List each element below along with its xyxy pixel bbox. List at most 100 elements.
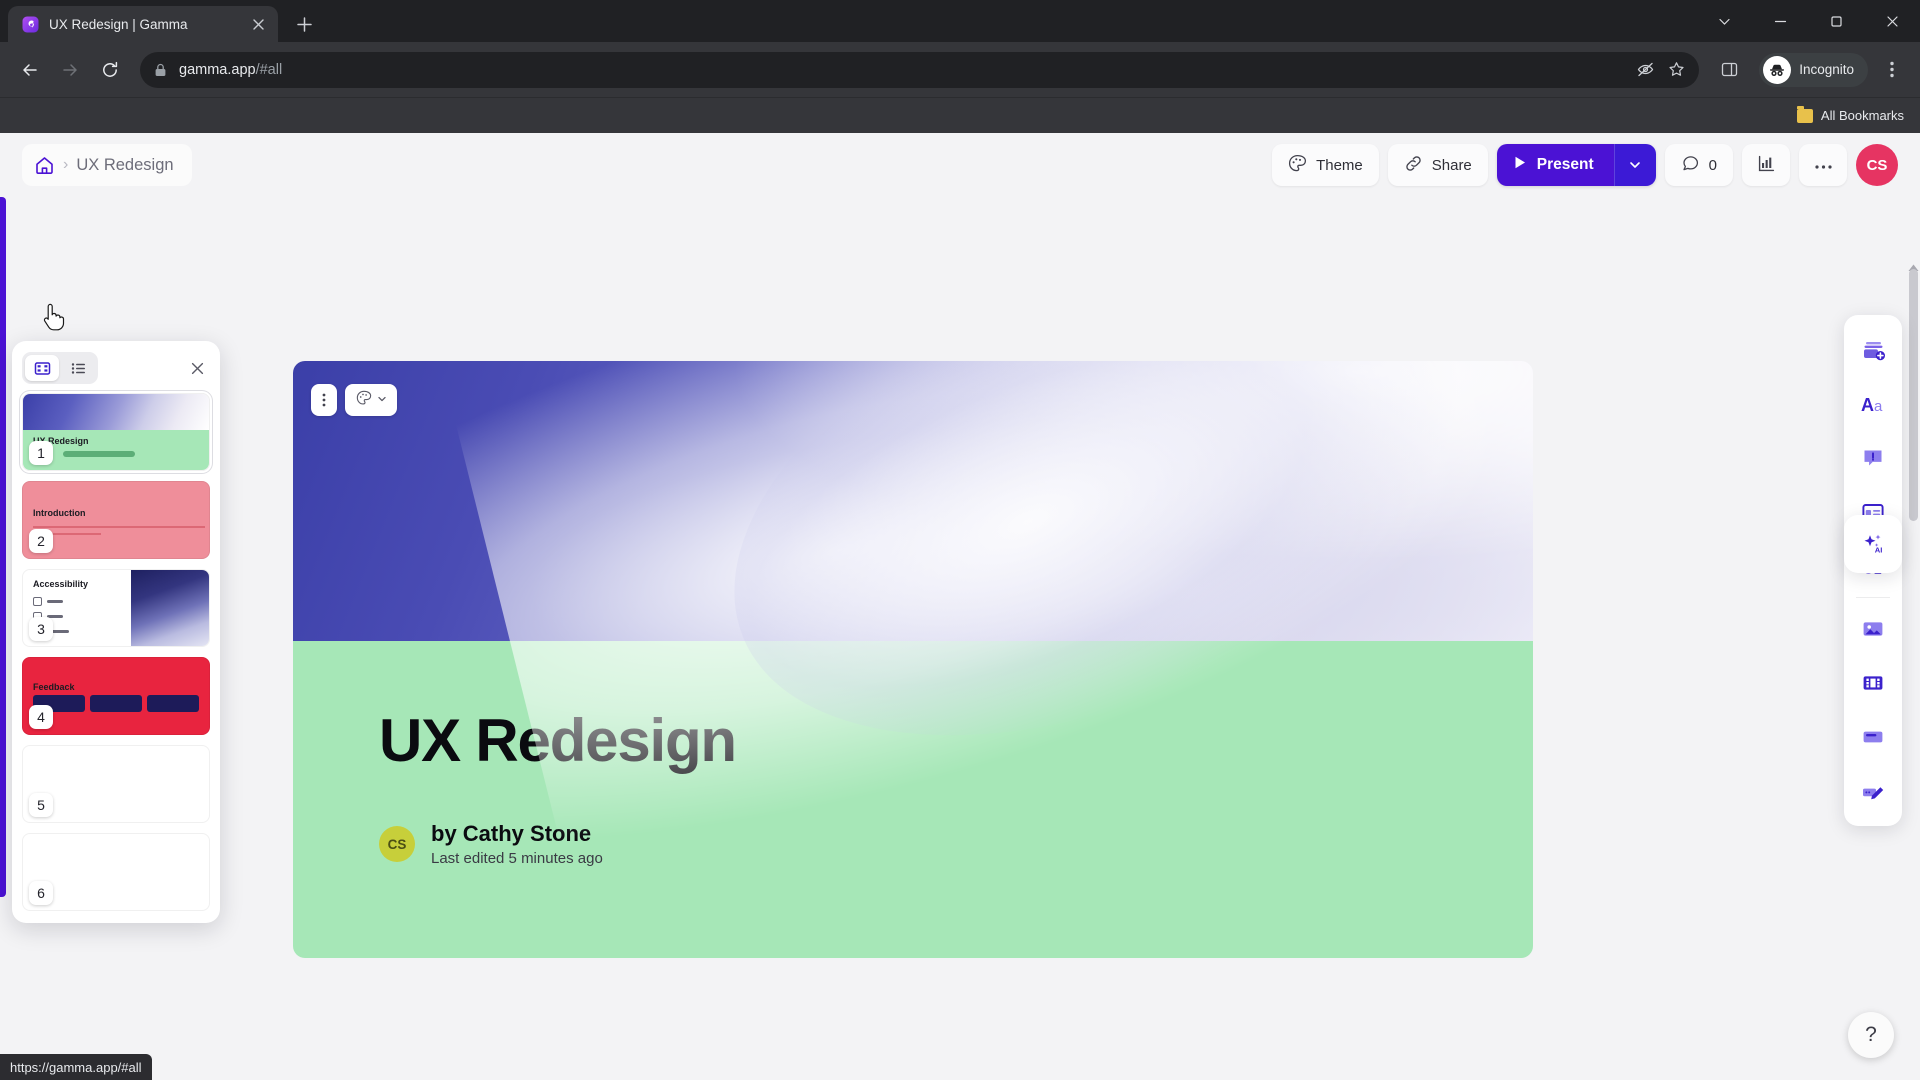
card-palette-button[interactable] [345, 384, 397, 416]
slide-thumbnail-panel: UX Redesign 1 Introduction 2 Accessibili… [12, 341, 220, 923]
kebab-menu-icon[interactable] [1876, 52, 1908, 88]
breadcrumb-separator: › [63, 156, 69, 173]
thumb-line-decor [33, 526, 205, 528]
gamma-app: › UX Redesign Theme Share Present 0 CS U… [0, 133, 1920, 1080]
all-bookmarks-button[interactable]: All Bookmarks [1796, 105, 1904, 123]
side-panel-icon[interactable] [1711, 52, 1747, 88]
slide-number: 2 [29, 529, 53, 553]
svg-text:a: a [1874, 398, 1883, 415]
slide-number: 3 [29, 617, 53, 641]
chevron-down-icon [377, 391, 387, 409]
rail-item-text[interactable]: A a [1850, 377, 1896, 431]
comments-count: 0 [1708, 156, 1717, 174]
close-icon[interactable] [1864, 0, 1920, 42]
palette-icon [1288, 154, 1307, 177]
avatar[interactable]: CS [1856, 144, 1898, 186]
thumb-box-decor [147, 695, 199, 712]
thumb-row [33, 597, 63, 606]
home-icon[interactable] [34, 155, 55, 176]
thumb-hero [23, 394, 209, 430]
grid-view-icon[interactable] [25, 355, 59, 381]
profile-incognito-button[interactable]: Incognito [1759, 52, 1868, 87]
slide-number: 4 [29, 705, 53, 729]
present-button[interactable]: Present [1496, 144, 1614, 186]
present-label: Present [1536, 156, 1594, 173]
app-header: › UX Redesign Theme Share Present 0 CS [0, 133, 1920, 197]
card-ux-redesign[interactable]: UX Redesign CS by Cathy Stone Last edite… [293, 361, 1533, 958]
present-dropdown-chevron-down-icon[interactable] [1613, 144, 1656, 186]
thumb-title: Introduction [33, 508, 86, 518]
comment-icon [1681, 154, 1700, 177]
page-title: UX Redesign [76, 155, 174, 174]
rail-item-draw[interactable] [1850, 764, 1896, 818]
rail-item-ai[interactable]: AI [1844, 515, 1902, 573]
theme-label: Theme [1316, 156, 1363, 174]
address-bar[interactable]: gamma.app/#all [140, 51, 1700, 88]
palette-icon [356, 390, 372, 411]
list-item[interactable]: UX Redesign 1 [22, 393, 210, 471]
thumbnail-panel-header [22, 351, 210, 385]
all-bookmarks-label: All Bookmarks [1820, 108, 1904, 123]
card-hero-image [293, 361, 1533, 906]
link-icon [1404, 154, 1423, 177]
comments-button[interactable]: 0 [1664, 144, 1733, 186]
slide-number: 5 [29, 793, 53, 817]
rail-item-callout[interactable] [1850, 431, 1896, 485]
list-item[interactable]: 6 [22, 833, 210, 911]
close-icon[interactable] [248, 14, 268, 34]
rail-item-video[interactable] [1850, 656, 1896, 710]
ellipsis-icon [1814, 157, 1833, 174]
browser-tab[interactable]: UX Redesign | Gamma [8, 6, 278, 42]
minimize-icon[interactable] [1752, 0, 1808, 42]
view-toggle [22, 352, 98, 384]
reload-icon[interactable] [92, 52, 128, 88]
eye-off-icon[interactable] [1637, 61, 1654, 78]
rail-item-embed[interactable] [1850, 710, 1896, 764]
star-icon[interactable] [1668, 61, 1685, 78]
thumb-image-decor [131, 570, 209, 646]
help-button[interactable]: ? [1848, 1012, 1894, 1058]
document-canvas[interactable]: UX Redesign CS by Cathy Stone Last edite… [0, 197, 1920, 1080]
list-item[interactable]: 5 [22, 745, 210, 823]
thumb-title: Accessibility [33, 579, 89, 589]
status-bar-url: https://gamma.app/#all [0, 1054, 152, 1080]
vertical-scrollbar[interactable] [1909, 269, 1918, 521]
thumb-text-decor [47, 600, 63, 603]
play-icon [1513, 155, 1527, 175]
url-text: gamma.app/#all [179, 61, 283, 78]
drag-handle-icon[interactable] [311, 384, 337, 416]
tab-strip: UX Redesign | Gamma [0, 0, 1920, 42]
list-item[interactable]: Feedback 4 [22, 657, 210, 735]
thumb-chip [33, 597, 42, 606]
list-item[interactable]: Introduction 2 [22, 481, 210, 559]
tab-title: UX Redesign | Gamma [49, 16, 188, 32]
rail-divider [1856, 597, 1890, 598]
thumb-box-decor [90, 695, 142, 712]
theme-button[interactable]: Theme [1272, 144, 1379, 186]
new-tab-button[interactable] [288, 8, 320, 40]
bookmarks-bar: All Bookmarks [0, 97, 1920, 133]
share-label: Share [1431, 156, 1472, 174]
breadcrumb[interactable]: › UX Redesign [22, 144, 192, 186]
browser-toolbar: gamma.app/#all Incognito [0, 42, 1920, 97]
list-view-icon[interactable] [61, 355, 95, 381]
maximize-icon[interactable] [1808, 0, 1864, 42]
rail-item-add-card[interactable] [1850, 323, 1896, 377]
rail-item-image[interactable] [1850, 602, 1896, 656]
close-icon[interactable] [184, 355, 210, 381]
bar-chart-icon [1757, 154, 1776, 177]
incognito-icon [1763, 55, 1792, 84]
browser-window: UX Redesign | Gamma gamma.app/#all Incog… [0, 0, 1920, 1080]
mouse-cursor [40, 303, 66, 338]
gamma-logo-icon [22, 16, 39, 33]
back-arrow-icon[interactable] [12, 52, 48, 88]
list-item[interactable]: Accessibility 3 [22, 569, 210, 647]
chevron-down-icon[interactable] [1696, 0, 1752, 42]
card-toolbar [311, 384, 397, 416]
present-button-group: Present [1496, 144, 1656, 186]
analytics-button[interactable] [1742, 144, 1790, 186]
more-options-button[interactable] [1799, 144, 1847, 186]
share-button[interactable]: Share [1387, 144, 1488, 186]
author-avatar: CS [379, 826, 415, 862]
header-actions: Theme Share Present 0 CS [1272, 144, 1898, 186]
